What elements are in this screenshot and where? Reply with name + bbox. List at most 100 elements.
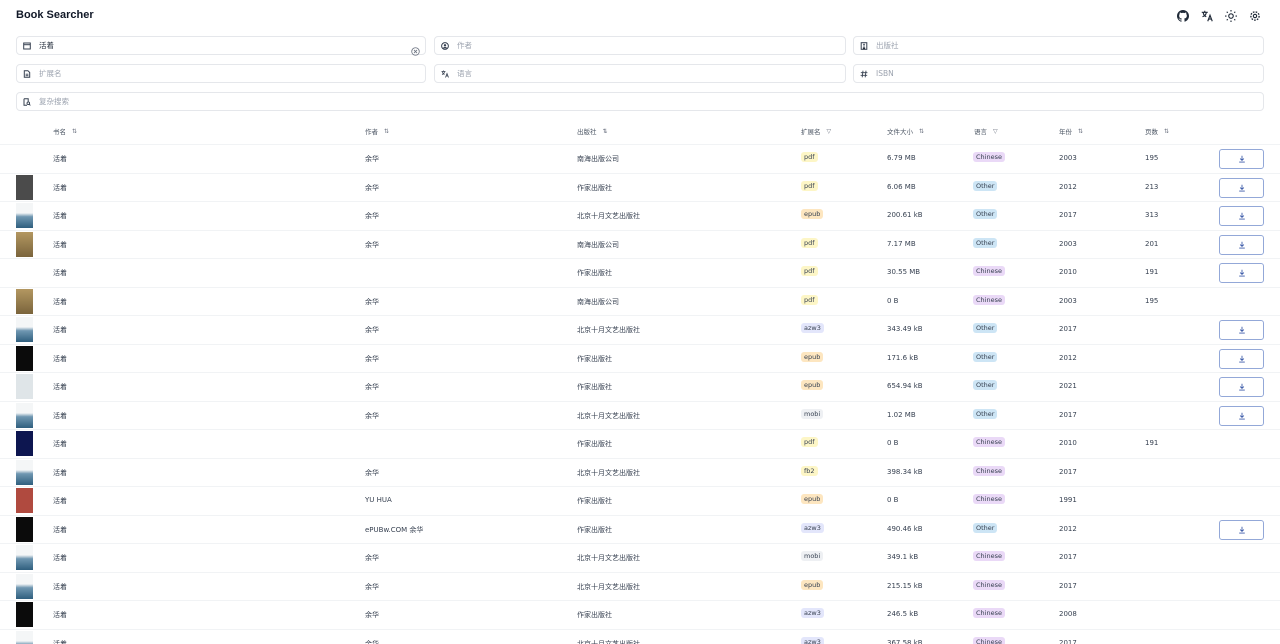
- book-cover[interactable]: [16, 345, 33, 371]
- language-badge: Chinese: [973, 551, 1005, 561]
- language-badge: Other: [973, 522, 998, 533]
- language-badge: Other: [973, 209, 998, 219]
- sun-icon[interactable]: [1224, 9, 1238, 23]
- title-field[interactable]: [16, 36, 426, 56]
- author-field[interactable]: [434, 36, 846, 55]
- table-row[interactable]: 活着 余华 南海出版公司 pdf 0 B Chinese 2003 195: [0, 286, 1280, 316]
- table-row[interactable]: 活着 余华 北京十月文艺出版社 fb2 398.34 kB Chinese 2017: [0, 457, 1280, 487]
- cell-publisher: 南海出版公司: [577, 240, 619, 249]
- column-pages[interactable]: 页数 ⇅: [1145, 126, 1169, 137]
- book-cover[interactable]: [16, 573, 33, 599]
- table-row[interactable]: 活着 余华 北京十月文艺出版社 azw3 343.49 kB Other 2017: [0, 315, 1280, 344]
- table-row[interactable]: 活着 余华 作家出版社 pdf 6.06 MB Other 2012 213: [0, 172, 1280, 202]
- book-cover[interactable]: [16, 402, 33, 428]
- language-badge: Other: [973, 380, 998, 390]
- table-row[interactable]: 活着 余华 南海出版公司 pdf 6.79 MB Chinese 2003 195: [0, 144, 1280, 173]
- language-badge: Other: [973, 180, 998, 191]
- cell-year: 2010: [1059, 268, 1077, 276]
- language-icon: [441, 70, 449, 78]
- language-input[interactable]: [457, 65, 845, 82]
- book-cover[interactable]: [16, 317, 33, 342]
- isbn-input[interactable]: [876, 65, 1263, 82]
- settings-icon[interactable]: [1248, 9, 1262, 23]
- column-publisher[interactable]: 出版社 ⇅: [577, 126, 608, 137]
- clear-icon[interactable]: [411, 41, 420, 56]
- table-row[interactable]: 活着 余华 北京十月文艺出版社 mobi 349.1 kB Chinese 2017: [0, 543, 1280, 572]
- book-cover[interactable]: [16, 203, 33, 228]
- table-row[interactable]: 活着 ePUBw.COM 余华 作家出版社 azw3 490.46 kB Other 201…: [0, 514, 1280, 544]
- cell-title: 活着: [53, 269, 67, 277]
- extension-badge: epub: [801, 380, 824, 390]
- cell-title: 活着: [53, 383, 67, 391]
- cell-filesize: 30.55 MB: [887, 268, 921, 276]
- table-row[interactable]: 活着 余华 作家出版社 epub 654.94 kB Other 2021: [0, 372, 1280, 401]
- cell-year: 2017: [1059, 211, 1077, 219]
- cell-title: 活着: [53, 240, 67, 249]
- download-button[interactable]: [1219, 206, 1264, 226]
- book-cover[interactable]: [16, 174, 33, 200]
- cell-author: 余华: [365, 639, 379, 644]
- download-button[interactable]: [1219, 519, 1264, 540]
- cell-title: 活着: [53, 212, 67, 220]
- book-cover[interactable]: [16, 545, 33, 570]
- cell-title: 活着: [53, 155, 67, 163]
- book-cover[interactable]: [16, 374, 33, 399]
- cell-pages: 191: [1145, 439, 1159, 447]
- table-row[interactable]: 活着 作家出版社 pdf 0 B Chinese 2010 191: [0, 429, 1280, 458]
- book-cover[interactable]: [16, 431, 33, 456]
- table-row[interactable]: 活着 余华 作家出版社 epub 171.6 kB Other 2012: [0, 343, 1280, 373]
- table-row[interactable]: 活着 余华 北京十月文艺出版社 epub 200.61 kB Other 2017 313: [0, 201, 1280, 230]
- language-field[interactable]: [434, 64, 846, 83]
- column-title[interactable]: 书名 ⇅: [53, 126, 77, 137]
- cell-filesize: 6.06 MB: [887, 182, 916, 191]
- extension-badge: azw3: [801, 636, 824, 644]
- cell-author: 余华: [365, 183, 379, 192]
- search-doc-icon: [23, 97, 31, 106]
- column-author[interactable]: 作者 ⇅: [365, 126, 389, 137]
- cell-year: 2021: [1059, 382, 1077, 390]
- book-cover[interactable]: [16, 630, 33, 644]
- title-input[interactable]: [39, 37, 425, 54]
- book-cover[interactable]: [16, 488, 33, 513]
- download-button[interactable]: [1219, 234, 1264, 255]
- publisher-input[interactable]: [876, 37, 1263, 54]
- table-row[interactable]: 活着 余华 北京十月文艺出版社 azw3 367.58 kB Chinese 2017: [0, 628, 1280, 644]
- table-row[interactable]: 活着 作家出版社 pdf 30.55 MB Chinese 2010 191: [0, 258, 1280, 287]
- github-icon[interactable]: [1176, 9, 1190, 23]
- publisher-field[interactable]: [853, 36, 1264, 55]
- complex-search-field[interactable]: [16, 92, 1264, 111]
- column-language[interactable]: 语言 ▽: [974, 126, 998, 137]
- table-row[interactable]: 活着 余华 北京十月文艺出版社 mobi 1.02 MB Other 2017: [0, 400, 1280, 430]
- language-badge: Chinese: [973, 437, 1005, 447]
- cell-year: 2012: [1059, 182, 1077, 191]
- download-icon: [1238, 241, 1246, 249]
- book-cover[interactable]: [16, 288, 33, 314]
- book-cover[interactable]: [16, 231, 33, 257]
- table-row[interactable]: 活着 YU HUA 作家出版社 epub 0 B Chinese 1991: [0, 486, 1280, 515]
- table-row[interactable]: 活着 余华 作家出版社 azw3 246.5 kB Chinese 2008: [0, 600, 1280, 629]
- extension-input[interactable]: [39, 65, 425, 82]
- download-button[interactable]: [1219, 320, 1264, 340]
- download-button[interactable]: [1219, 405, 1264, 426]
- extension-field[interactable]: [16, 64, 426, 83]
- translate-icon[interactable]: [1200, 9, 1214, 23]
- download-button[interactable]: [1219, 348, 1264, 369]
- column-year[interactable]: 年份 ⇅: [1059, 126, 1083, 137]
- cell-author: 余华: [365, 411, 379, 420]
- book-cover[interactable]: [16, 459, 33, 485]
- download-button[interactable]: [1219, 263, 1264, 283]
- isbn-field[interactable]: [853, 64, 1264, 83]
- user-icon: [441, 41, 449, 50]
- download-button[interactable]: [1219, 177, 1264, 198]
- cell-publisher: 北京十月文艺出版社: [577, 326, 640, 334]
- column-filesize[interactable]: 文件大小 ⇅: [887, 126, 924, 137]
- book-cover[interactable]: [16, 602, 33, 627]
- column-extension[interactable]: 扩展名 ▽: [801, 126, 831, 137]
- book-cover[interactable]: [16, 516, 33, 542]
- author-input[interactable]: [457, 37, 845, 54]
- download-button[interactable]: [1219, 149, 1264, 169]
- table-row[interactable]: 活着 余华 南海出版公司 pdf 7.17 MB Other 2003 201: [0, 229, 1280, 259]
- table-row[interactable]: 活着 余华 北京十月文艺出版社 epub 215.15 kB Chinese 2017: [0, 571, 1280, 601]
- download-button[interactable]: [1219, 377, 1264, 397]
- complex-search-input[interactable]: [39, 93, 1263, 110]
